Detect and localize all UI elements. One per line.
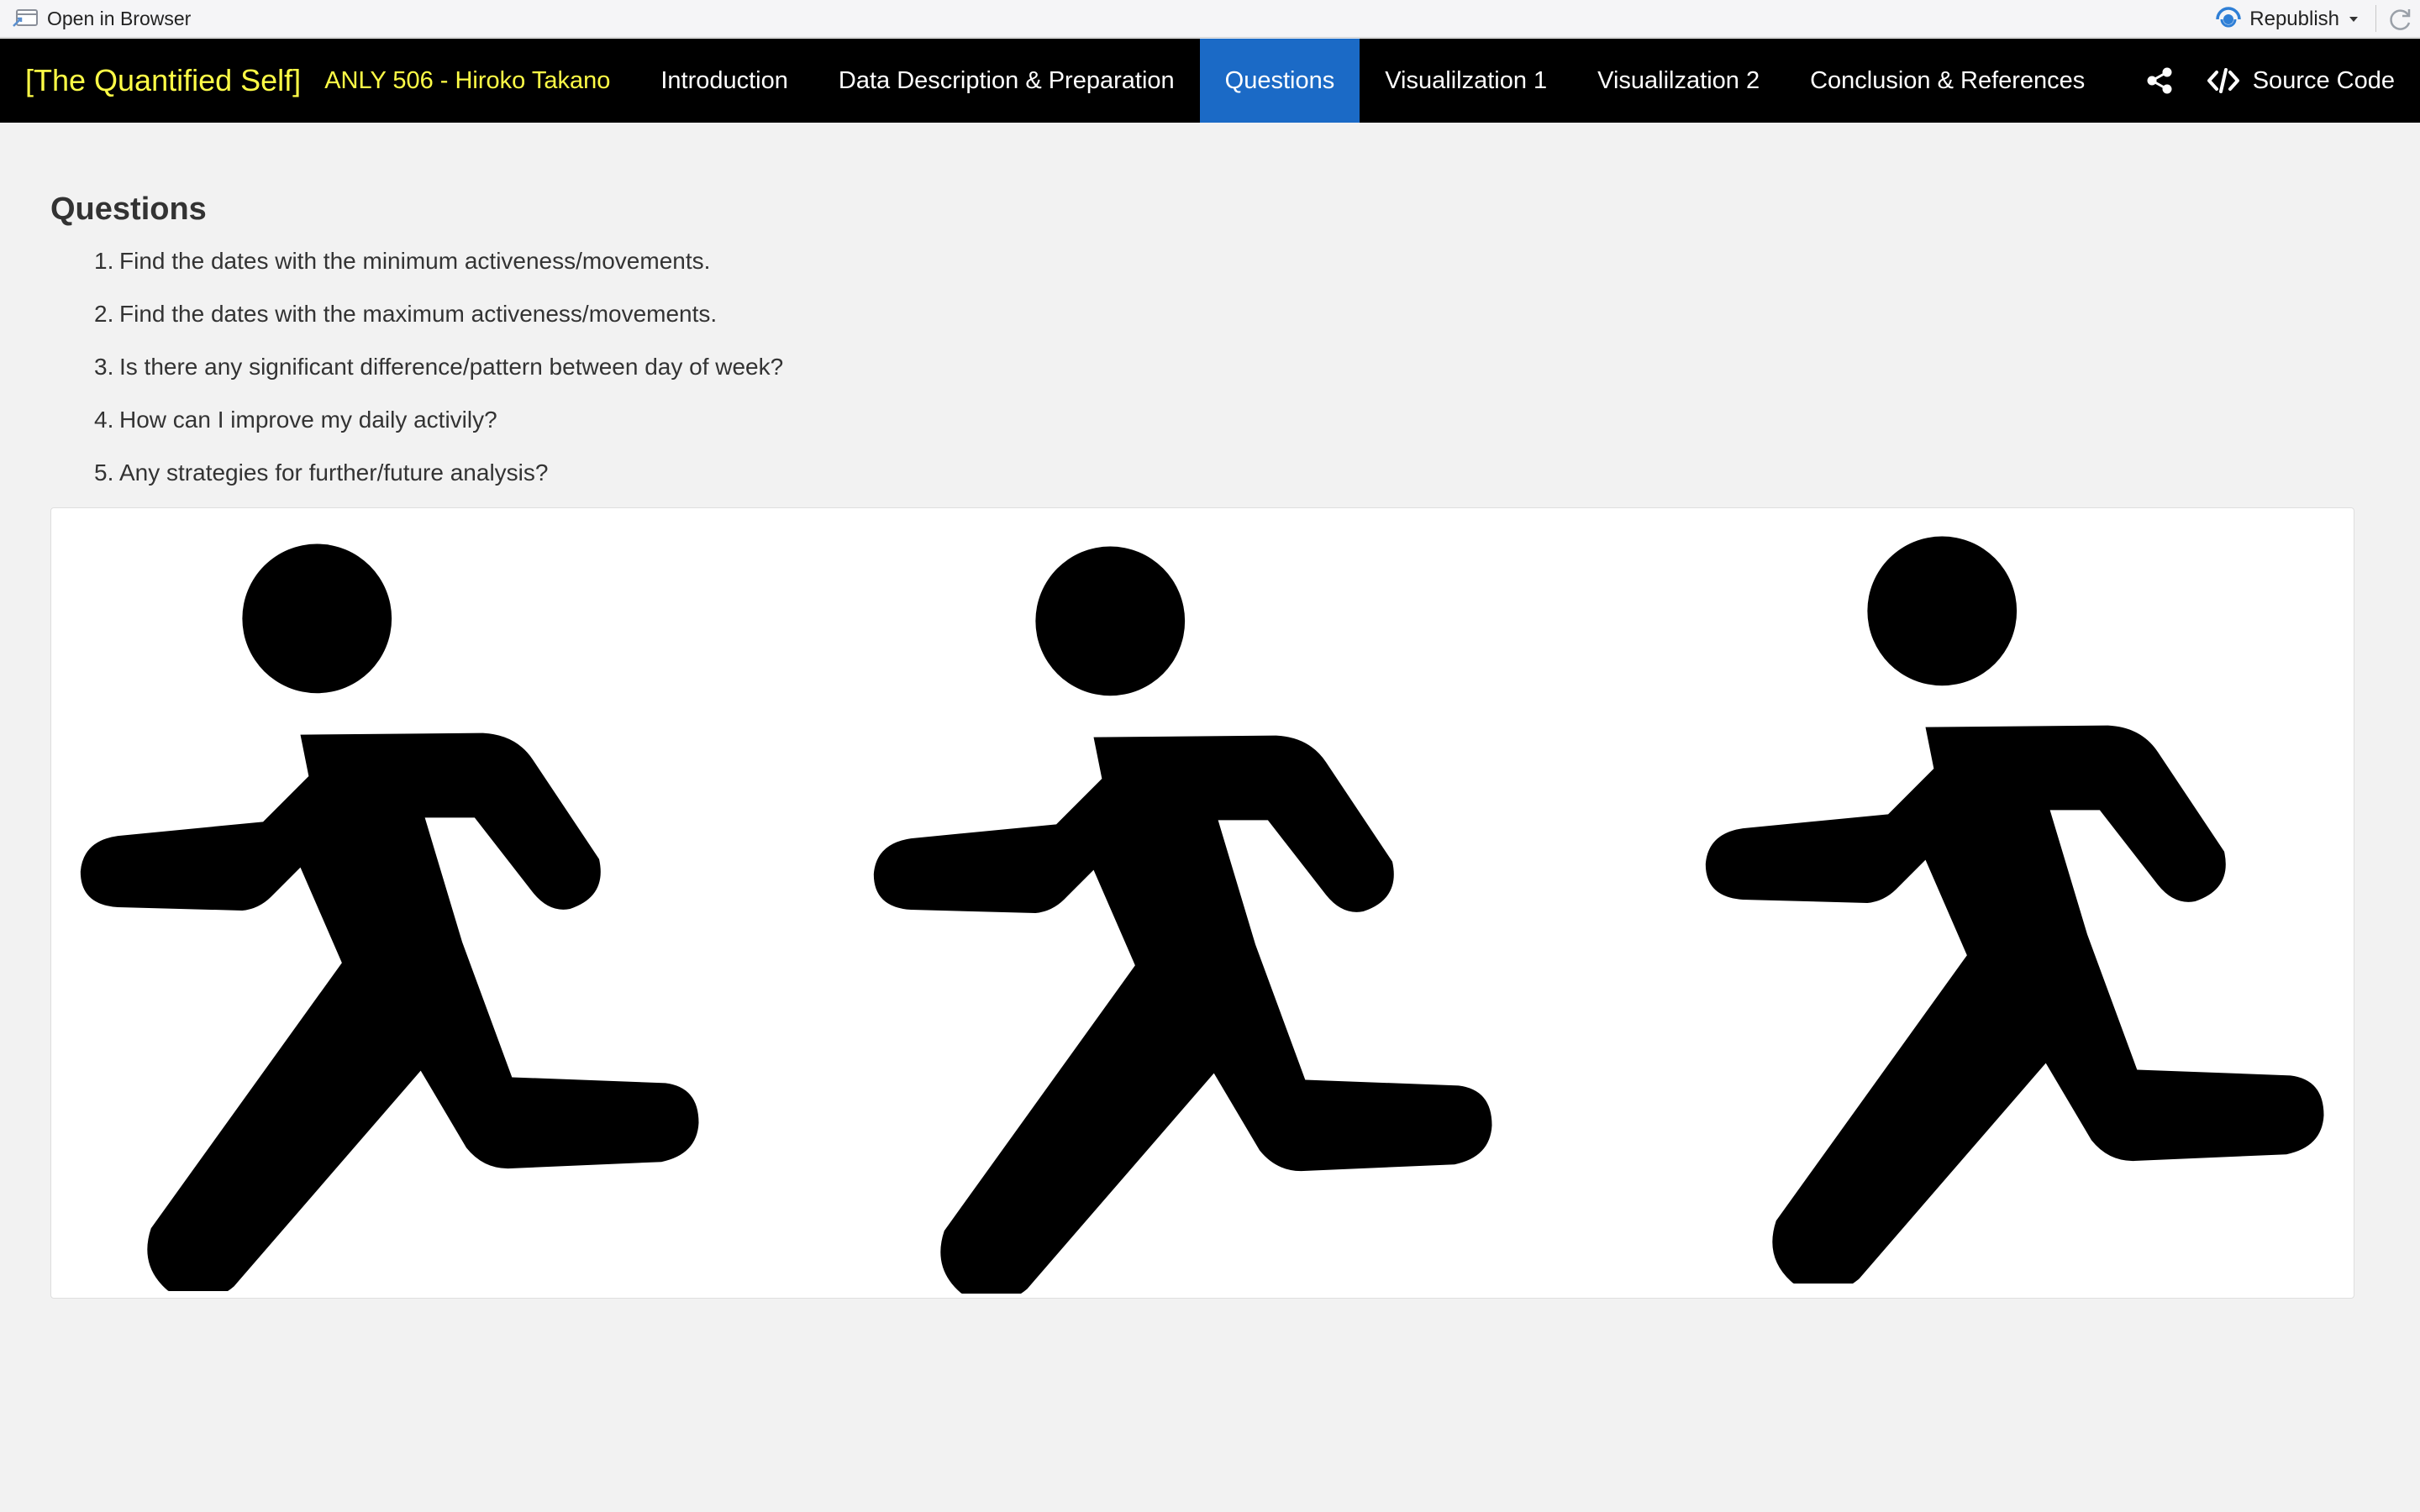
nav-item-visualization-2[interactable]: Visualilzation 2 — [1572, 39, 1785, 123]
list-item-text: Find the dates with the maximum activene… — [119, 301, 718, 327]
running-person-icon — [80, 543, 699, 1291]
site-navbar: [The Quantified Self] ANLY 506 - Hiroko … — [0, 39, 2420, 123]
nav-item-data-description[interactable]: Data Description & Preparation — [813, 39, 1200, 123]
nav-item-questions[interactable]: Questions — [1199, 39, 1360, 123]
list-item-text: How can I improve my daily activily? — [119, 407, 497, 433]
figure-panel — [50, 507, 2354, 1299]
navbar-right: Source Code — [2145, 39, 2395, 123]
open-in-browser-label: Open in Browser — [47, 7, 192, 29]
open-in-browser-icon — [13, 9, 38, 27]
list-item: 3. Is there any significant difference/p… — [94, 349, 783, 402]
running-person-icon — [873, 546, 1492, 1294]
running-person-icon — [1705, 536, 2324, 1284]
author-label: ANLY 506 - Hiroko Takano — [324, 66, 611, 94]
list-item: 5. Any strategies for further/future ana… — [94, 455, 783, 508]
share-icon[interactable] — [2145, 66, 2174, 95]
chevron-down-icon — [2349, 16, 2358, 22]
nav-menu: Introduction Data Description & Preparat… — [635, 39, 2110, 123]
questions-list: 1. Find the dates with the minimum activ… — [94, 244, 783, 508]
list-item: 1. Find the dates with the minimum activ… — [94, 244, 783, 297]
republish-label: Republish — [2249, 7, 2339, 30]
page-title: Questions — [50, 192, 207, 227]
list-item-number: 4. — [94, 407, 114, 433]
nav-item-introduction[interactable]: Introduction — [635, 39, 813, 123]
republish-button[interactable]: Republish — [2214, 0, 2360, 38]
toolbar-divider — [2375, 5, 2376, 32]
viewer-toolbar: Open in Browser Republish — [0, 0, 2420, 38]
list-item-text: Find the dates with the minimum activene… — [119, 248, 711, 274]
list-item: 2. Find the dates with the maximum activ… — [94, 297, 783, 349]
list-item: 4. How can I improve my daily activily? — [94, 402, 783, 455]
list-item-number: 3. — [94, 354, 114, 380]
refresh-icon[interactable] — [2388, 7, 2413, 32]
code-icon — [2207, 68, 2239, 93]
publish-icon — [2216, 6, 2242, 27]
list-item-number: 1. — [94, 248, 114, 274]
list-item-text: Any strategies for further/future analys… — [119, 459, 549, 486]
list-item-number: 5. — [94, 459, 114, 486]
list-item-number: 2. — [94, 301, 114, 327]
open-in-browser-button[interactable]: Open in Browser — [12, 8, 191, 30]
source-code-label: Source Code — [2252, 66, 2395, 94]
nav-item-conclusion[interactable]: Conclusion & References — [1785, 39, 2110, 123]
source-code-button[interactable]: Source Code — [2207, 67, 2395, 95]
list-item-text: Is there any significant difference/patt… — [119, 354, 784, 380]
nav-item-visualization-1[interactable]: Visualilzation 1 — [1360, 39, 1572, 123]
site-brand[interactable]: [The Quantified Self] — [25, 63, 301, 98]
